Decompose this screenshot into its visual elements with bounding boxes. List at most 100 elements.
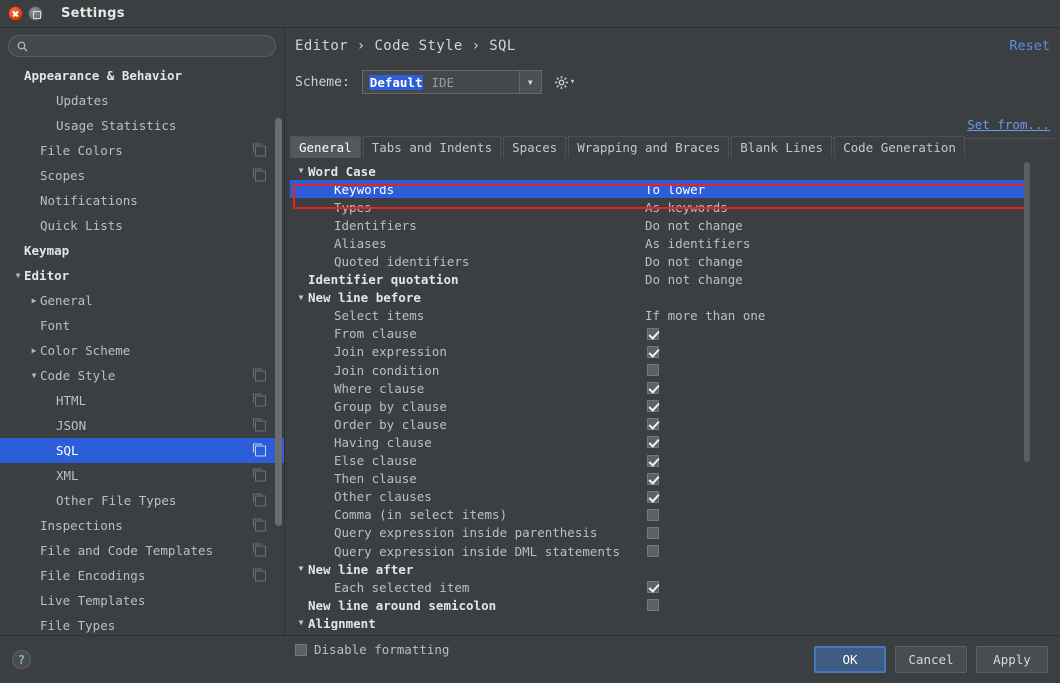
chevron-down-icon[interactable]: ▼ xyxy=(294,565,308,573)
option-group-by-clause[interactable]: Group by clause xyxy=(290,397,1030,415)
option-checkbox[interactable] xyxy=(647,599,659,612)
sidebar-item-live-templates[interactable]: Live Templates xyxy=(0,588,284,613)
sidebar-item-quick-lists[interactable]: Quick Lists xyxy=(0,213,284,238)
option-row[interactable]: Query expression inside DML statements xyxy=(290,542,1030,560)
option-row[interactable]: Keywords To lower xyxy=(290,180,1030,199)
maximize-icon[interactable] xyxy=(28,6,43,21)
options-scrollbar[interactable] xyxy=(1024,162,1030,462)
option-row[interactable]: Join expression xyxy=(290,343,1030,361)
copy-icon[interactable] xyxy=(253,543,266,556)
close-icon[interactable] xyxy=(8,6,23,21)
set-from-link[interactable]: Set from... xyxy=(967,117,1050,132)
copy-icon[interactable] xyxy=(253,368,266,381)
option-row[interactable]: Identifiers Do not change xyxy=(290,216,1030,234)
chevron-down-icon[interactable]: ▼ xyxy=(294,619,308,627)
sidebar-item-font[interactable]: Font xyxy=(0,313,284,338)
option-value[interactable]: As identifiers xyxy=(645,236,750,251)
option-aliases[interactable]: Aliases As identifiers xyxy=(290,234,1030,252)
sidebar-item-xml[interactable]: XML xyxy=(0,463,284,488)
option-row[interactable]: From clause xyxy=(290,325,1030,343)
option-row[interactable]: Order by clause xyxy=(290,415,1030,433)
option-checkbox[interactable] xyxy=(647,382,659,395)
option-value[interactable]: To lower xyxy=(645,182,705,197)
option-row[interactable]: ▼ New line after xyxy=(290,560,1030,578)
option-identifier-quotation[interactable]: Identifier quotation Do not change xyxy=(290,271,1030,289)
copy-icon[interactable] xyxy=(253,468,266,481)
scheme-select[interactable]: Default IDE ▼ xyxy=(361,70,542,94)
gear-icon[interactable]: ▾ xyxy=(554,75,575,90)
sidebar-item-file-encodings[interactable]: File Encodings xyxy=(0,563,284,588)
option-value[interactable]: As keywords xyxy=(645,200,728,215)
option-row[interactable]: New line around semicolon xyxy=(290,596,1030,614)
option-row[interactable]: Then clause xyxy=(290,470,1030,488)
option-types[interactable]: Types As keywords xyxy=(290,198,1030,216)
chevron-down-icon[interactable]: ▼ xyxy=(12,271,24,280)
option-value[interactable]: Do not change xyxy=(645,218,743,233)
sidebar-item-file-colors[interactable]: File Colors xyxy=(0,138,284,163)
tab-blank-lines[interactable]: Blank Lines xyxy=(731,136,833,158)
option-new-line-after[interactable]: ▼ New line after xyxy=(290,560,1030,578)
apply-button[interactable]: Apply xyxy=(976,646,1048,673)
sidebar-item-usage-statistics[interactable]: Usage Statistics xyxy=(0,113,284,138)
copy-icon[interactable] xyxy=(253,393,266,406)
option-join-expression[interactable]: Join expression xyxy=(290,343,1030,361)
option-query-expression-inside-parenthesis[interactable]: Query expression inside parenthesis xyxy=(290,524,1030,542)
option-checkbox[interactable] xyxy=(647,490,659,503)
sidebar-item-html[interactable]: HTML xyxy=(0,388,284,413)
copy-icon[interactable] xyxy=(253,418,266,431)
option-value[interactable]: Do not change xyxy=(645,272,743,287)
search-box[interactable] xyxy=(8,35,276,57)
option-checkbox[interactable] xyxy=(647,508,659,521)
option-checkbox[interactable] xyxy=(647,436,659,449)
sidebar-item-updates[interactable]: Updates xyxy=(0,88,284,113)
option-checkbox[interactable] xyxy=(647,472,659,485)
sidebar-item-appearance-behavior[interactable]: Appearance & Behavior xyxy=(0,63,284,88)
tab-spaces[interactable]: Spaces xyxy=(503,136,567,158)
option-keywords[interactable]: Keywords To lower xyxy=(290,180,1030,199)
option-value[interactable]: If more than one xyxy=(645,308,765,323)
copy-icon[interactable] xyxy=(253,143,266,156)
tab-tabs-and-indents[interactable]: Tabs and Indents xyxy=(362,136,502,158)
option-select-items[interactable]: Select items If more than one xyxy=(290,307,1030,325)
option-order-by-clause[interactable]: Order by clause xyxy=(290,415,1030,433)
disable-formatting-checkbox[interactable] xyxy=(295,643,307,656)
option-row[interactable]: ▼ Word Case xyxy=(290,162,1030,180)
chevron-down-icon[interactable]: ▼ xyxy=(294,293,308,302)
sidebar-item-notifications[interactable]: Notifications xyxy=(0,188,284,213)
cancel-button[interactable]: Cancel xyxy=(895,646,967,673)
copy-icon[interactable] xyxy=(253,568,266,581)
sidebar-item-file-types[interactable]: File Types xyxy=(0,613,284,635)
chevron-down-icon[interactable]: ▼ xyxy=(518,71,541,93)
option-checkbox[interactable] xyxy=(647,544,659,557)
option-row[interactable]: Select items If more than one xyxy=(290,307,1030,325)
sidebar-item-scopes[interactable]: Scopes xyxy=(0,163,284,188)
chevron-down-icon[interactable]: ▼ xyxy=(294,167,308,175)
chevron-right-icon[interactable]: ▶ xyxy=(28,346,40,355)
sidebar-item-editor[interactable]: ▼ Editor xyxy=(0,263,284,288)
option-where-clause[interactable]: Where clause xyxy=(290,379,1030,397)
sidebar-item-file-and-code-templates[interactable]: File and Code Templates xyxy=(0,538,284,563)
option-comma-in-select-items[interactable]: Comma (in select items) xyxy=(290,506,1030,524)
option-new-line-before[interactable]: ▼ New line before xyxy=(290,289,1030,307)
option-row[interactable]: Group by clause xyxy=(290,397,1030,415)
disable-formatting-row[interactable]: Disable formatting xyxy=(295,642,449,657)
chevron-down-icon[interactable]: ▼ xyxy=(28,371,40,380)
sidebar-scrollbar[interactable] xyxy=(275,118,282,526)
search-input[interactable] xyxy=(33,38,267,54)
option-checkbox[interactable] xyxy=(647,454,659,467)
option-row[interactable]: Identifier quotation Do not change xyxy=(290,271,1030,289)
option-join-condition[interactable]: Join condition xyxy=(290,361,1030,379)
option-from-clause[interactable]: From clause xyxy=(290,325,1030,343)
option-value[interactable]: Do not change xyxy=(645,254,743,269)
option-query-expression-inside-dml-statements[interactable]: Query expression inside DML statements xyxy=(290,542,1030,560)
option-new-line-around-semicolon[interactable]: New line around semicolon xyxy=(290,596,1030,614)
option-checkbox[interactable] xyxy=(647,418,659,431)
sidebar-item-keymap[interactable]: Keymap xyxy=(0,238,284,263)
option-other-clauses[interactable]: Other clauses xyxy=(290,488,1030,506)
option-row[interactable]: Aliases As identifiers xyxy=(290,234,1030,252)
option-row[interactable]: Types As keywords xyxy=(290,198,1030,216)
option-row[interactable]: Query expression inside parenthesis xyxy=(290,524,1030,542)
option-checkbox[interactable] xyxy=(647,364,659,377)
option-checkbox[interactable] xyxy=(647,345,659,358)
option-each-selected-item[interactable]: Each selected item xyxy=(290,578,1030,596)
